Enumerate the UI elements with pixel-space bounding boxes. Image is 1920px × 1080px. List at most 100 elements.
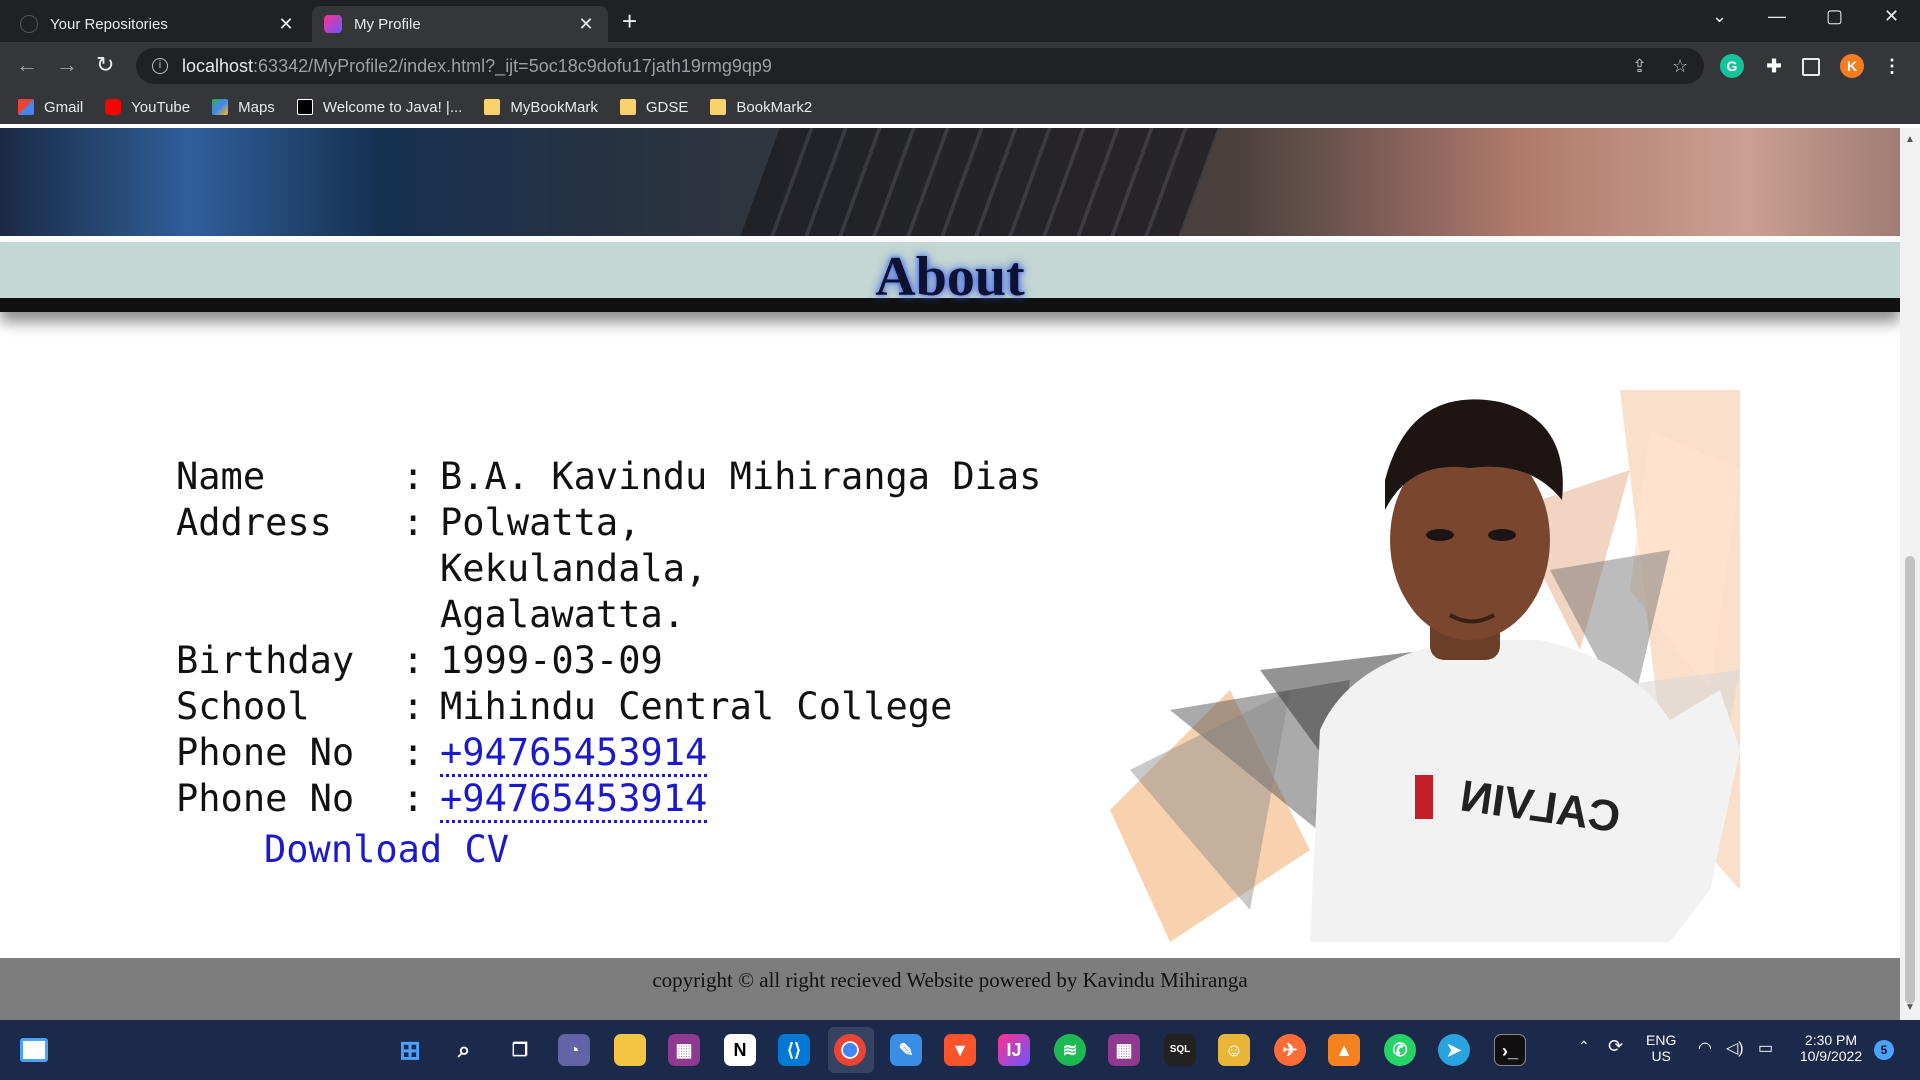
lang-label: ENG <box>1646 1032 1677 1048</box>
github-icon <box>20 15 38 33</box>
notification-badge[interactable]: 5 <box>1874 1040 1894 1060</box>
profile-row-address-line2: Kekulandala, <box>176 546 1041 592</box>
language-indicator[interactable]: ENG US <box>1646 1032 1676 1064</box>
intellij-taskbar-icon[interactable]: IJ <box>998 1034 1030 1066</box>
maximize-button[interactable]: ▢ <box>1826 6 1843 27</box>
bookmark-gmail[interactable]: Gmail <box>18 99 83 116</box>
widgets-icon[interactable] <box>20 1038 48 1062</box>
profile-row-birthday: Birthday : 1999-03-09 <box>176 638 1041 684</box>
tab-title: My Profile <box>354 15 421 33</box>
row-colon <box>402 592 440 638</box>
scrollbar-thumb[interactable] <box>1905 556 1915 1004</box>
teams-chat-icon[interactable]: ◔ <box>558 1034 590 1066</box>
tab-search-icon[interactable]: ⌄ <box>1712 6 1727 27</box>
telegram-icon[interactable]: ➤ <box>1438 1034 1470 1066</box>
paint-icon[interactable]: ✎ <box>890 1034 922 1066</box>
copyright-text: copyright © all right recieved Website p… <box>652 968 1248 992</box>
profile-avatar[interactable]: K <box>1840 54 1864 78</box>
profile-row-phone-2: Phone No : +94765453914 <box>176 776 1041 823</box>
close-icon[interactable]: ✕ <box>576 14 596 35</box>
browser-toolbar: ← → ↻ i localhost:63342/MyProfile2/index… <box>0 42 1920 90</box>
region-label: US <box>1651 1048 1671 1064</box>
site-info-icon[interactable]: i <box>152 58 168 74</box>
url-host: localhost <box>182 55 254 76</box>
terminal-icon[interactable]: ›_ <box>1494 1034 1526 1066</box>
scroll-down-icon[interactable]: ▼ <box>1905 1002 1915 1013</box>
scene-builder-2-icon[interactable]: ▦ <box>1108 1034 1140 1066</box>
orange-app-icon[interactable]: ▲ <box>1328 1034 1360 1066</box>
clock[interactable]: 2:30 PM 10/9/2022 <box>1796 1032 1866 1064</box>
tab-my-profile[interactable]: My Profile ✕ <box>312 6 608 42</box>
row-colon <box>402 546 440 592</box>
extensions-icon[interactable]: ✚ <box>1762 54 1786 78</box>
profile-row-phone-1: Phone No : +94765453914 <box>176 730 1041 777</box>
bookmark-label: GDSE <box>645 98 689 116</box>
row-label: School <box>176 685 310 728</box>
window-close-button[interactable]: ✕ <box>1884 6 1899 27</box>
bookmark-java[interactable]: Welcome to Java! |... <box>296 99 462 116</box>
whatsapp-icon[interactable]: ✆ <box>1384 1034 1416 1066</box>
row-value: Mihindu Central College <box>440 685 953 728</box>
notion-icon[interactable]: N <box>724 1034 756 1066</box>
new-tab-button[interactable]: + <box>622 8 637 34</box>
row-value: B.A. Kavindu Mihiranga Dias <box>440 455 1042 498</box>
profile-details: Name : B.A. Kavindu Mihiranga Dias Addre… <box>176 454 1042 823</box>
scroll-up-icon[interactable]: ▲ <box>1905 134 1915 145</box>
spotify-icon[interactable]: ≋ <box>1054 1034 1086 1066</box>
intellij-icon <box>324 15 342 33</box>
phone-link[interactable]: +94765453914 <box>440 777 708 823</box>
row-label: Birthday <box>176 639 355 682</box>
page-viewport: About Name : B.A. Kavindu Mihiranga Dias… <box>0 128 1900 1020</box>
row-label <box>176 546 402 592</box>
scene-builder-icon[interactable]: ▦ <box>668 1034 700 1066</box>
row-value: 1999-03-09 <box>440 639 663 682</box>
hero-laptop-image <box>0 128 1900 236</box>
sync-icon[interactable]: ⟳ <box>1608 1036 1623 1057</box>
bookmark-bookmark2[interactable]: BookMark2 <box>710 99 812 116</box>
page-scrollbar[interactable]: ▲ ▼ <box>1900 128 1920 1020</box>
profile-row-school: School : Mihindu Central College <box>176 684 1041 730</box>
forward-icon[interactable]: → <box>56 52 78 78</box>
row-value: +94765453914 <box>440 776 708 823</box>
battery-icon[interactable]: ▭ <box>1758 1038 1773 1058</box>
chrome-icon[interactable] <box>834 1034 866 1066</box>
bookmark-gdse[interactable]: GDSE <box>619 98 689 116</box>
vscode-icon[interactable]: ⟨⟩ <box>778 1034 810 1066</box>
bookmark-label: Maps <box>238 98 275 116</box>
about-header-band: About <box>0 242 1900 312</box>
volume-icon[interactable]: ◁) <box>1726 1038 1744 1058</box>
back-icon[interactable]: ← <box>16 52 38 78</box>
address-bar[interactable]: i localhost:63342/MyProfile2/index.html?… <box>136 48 1704 84</box>
mysql-workbench-icon[interactable]: SQL <box>1164 1034 1196 1066</box>
bookmarks-bar: Gmail YouTube Maps Welcome to Java! |...… <box>0 90 1920 124</box>
bookmark-mybookmark[interactable]: MyBookMark <box>484 99 598 116</box>
mascot-app-icon[interactable]: ☺ <box>1218 1034 1250 1066</box>
reload-icon[interactable]: ↻ <box>96 52 114 78</box>
profile-photo: CALVIN <box>1110 390 1740 942</box>
start-icon[interactable]: ⊞ <box>394 1034 426 1066</box>
brave-icon[interactable]: ▼ <box>944 1034 976 1066</box>
share-icon[interactable]: ⇪ <box>1632 56 1647 77</box>
tray-overflow-icon[interactable]: ⌃ <box>1578 1038 1590 1055</box>
close-icon[interactable]: ✕ <box>276 14 296 35</box>
section-title: About <box>875 246 1025 308</box>
row-label: Phone No <box>176 777 355 820</box>
tab-your-repositories[interactable]: Your Repositories ✕ <box>8 6 308 42</box>
task-view-icon[interactable]: ❐ <box>504 1034 536 1066</box>
side-panel-icon[interactable] <box>1802 58 1820 76</box>
search-icon[interactable]: ⌕ <box>448 1034 480 1066</box>
bookmark-youtube[interactable]: YouTube <box>105 99 190 116</box>
grammarly-icon[interactable]: G <box>1720 54 1744 78</box>
folder-icon <box>484 99 501 115</box>
bookmark-star-icon[interactable]: ☆ <box>1672 56 1688 77</box>
wifi-icon[interactable]: ◠ <box>1698 1038 1712 1058</box>
download-cv-link[interactable]: Download CV <box>264 828 509 871</box>
page-footer: copyright © all right recieved Website p… <box>0 958 1900 1020</box>
bookmark-label: BookMark2 <box>736 98 813 116</box>
file-explorer-icon[interactable] <box>614 1034 646 1066</box>
phone-link[interactable]: +94765453914 <box>440 731 708 777</box>
minimize-button[interactable]: — <box>1768 6 1786 27</box>
menu-icon[interactable]: ⋮ <box>1880 54 1904 78</box>
postman-icon[interactable]: ✈ <box>1274 1034 1306 1066</box>
bookmark-maps[interactable]: Maps <box>212 99 275 116</box>
